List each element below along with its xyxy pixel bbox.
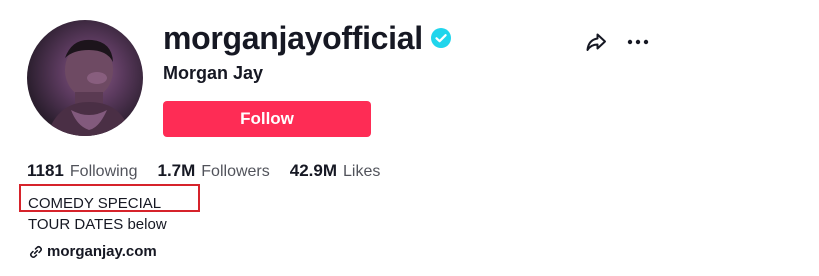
bio-line-2: TOUR DATES below — [28, 216, 167, 233]
likes-stat: 42.9M Likes — [290, 161, 381, 181]
likes-count: 42.9M — [289, 161, 337, 180]
bio-line-1: COMEDY SPECIAL — [28, 195, 162, 212]
link-text: morganjay.com — [47, 243, 157, 260]
link-icon — [29, 245, 43, 258]
following-stat[interactable]: 1181 Following — [27, 161, 137, 181]
following-count: 1181 — [27, 161, 64, 180]
avatar[interactable] — [27, 20, 143, 136]
username: morganjayofficial — [163, 19, 423, 56]
profile-link[interactable]: morganjay.com — [29, 243, 157, 260]
followers-label: Followers — [201, 163, 270, 180]
profile-stats: 1181 Following 1.7M Followers 42.9M Like… — [27, 161, 400, 181]
username-row: morganjayofficial — [163, 16, 451, 60]
share-icon[interactable] — [584, 30, 608, 54]
follow-button[interactable]: Follow — [163, 101, 371, 137]
followers-stat[interactable]: 1.7M Followers — [157, 161, 269, 181]
followers-count: 1.7M — [157, 161, 196, 180]
avatar-image — [47, 39, 131, 136]
verified-badge-icon — [430, 28, 451, 48]
likes-label: Likes — [343, 163, 381, 180]
more-icon[interactable] — [626, 30, 650, 54]
following-label: Following — [69, 163, 138, 180]
display-name: Morgan Jay — [163, 63, 264, 83]
